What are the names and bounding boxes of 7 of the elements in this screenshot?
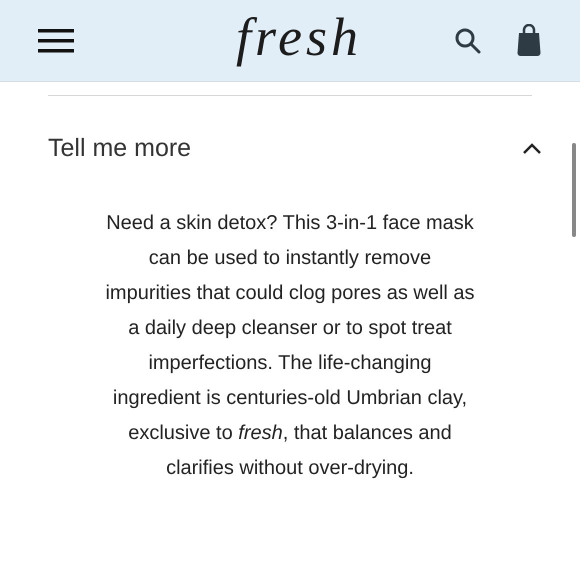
product-description: Need a skin detox? This 3-in-1 face mask can be used to instantly remove impurities that could clog pores as well as a daily deep cleanser or to spot treat imperfections. The life-changing ingredient is centuries-old Umbrian clay, exclusive to fresh, that balances and clarifies without over-drying. [105, 210, 475, 480]
shopping-bag-icon[interactable] [516, 24, 542, 57]
search-icon[interactable] [454, 26, 482, 54]
menu-icon[interactable] [38, 28, 74, 52]
chevron-icon[interactable] [522, 142, 542, 155]
section-title[interactable]: Tell me more [48, 130, 192, 168]
scrollbar[interactable] [572, 143, 576, 237]
